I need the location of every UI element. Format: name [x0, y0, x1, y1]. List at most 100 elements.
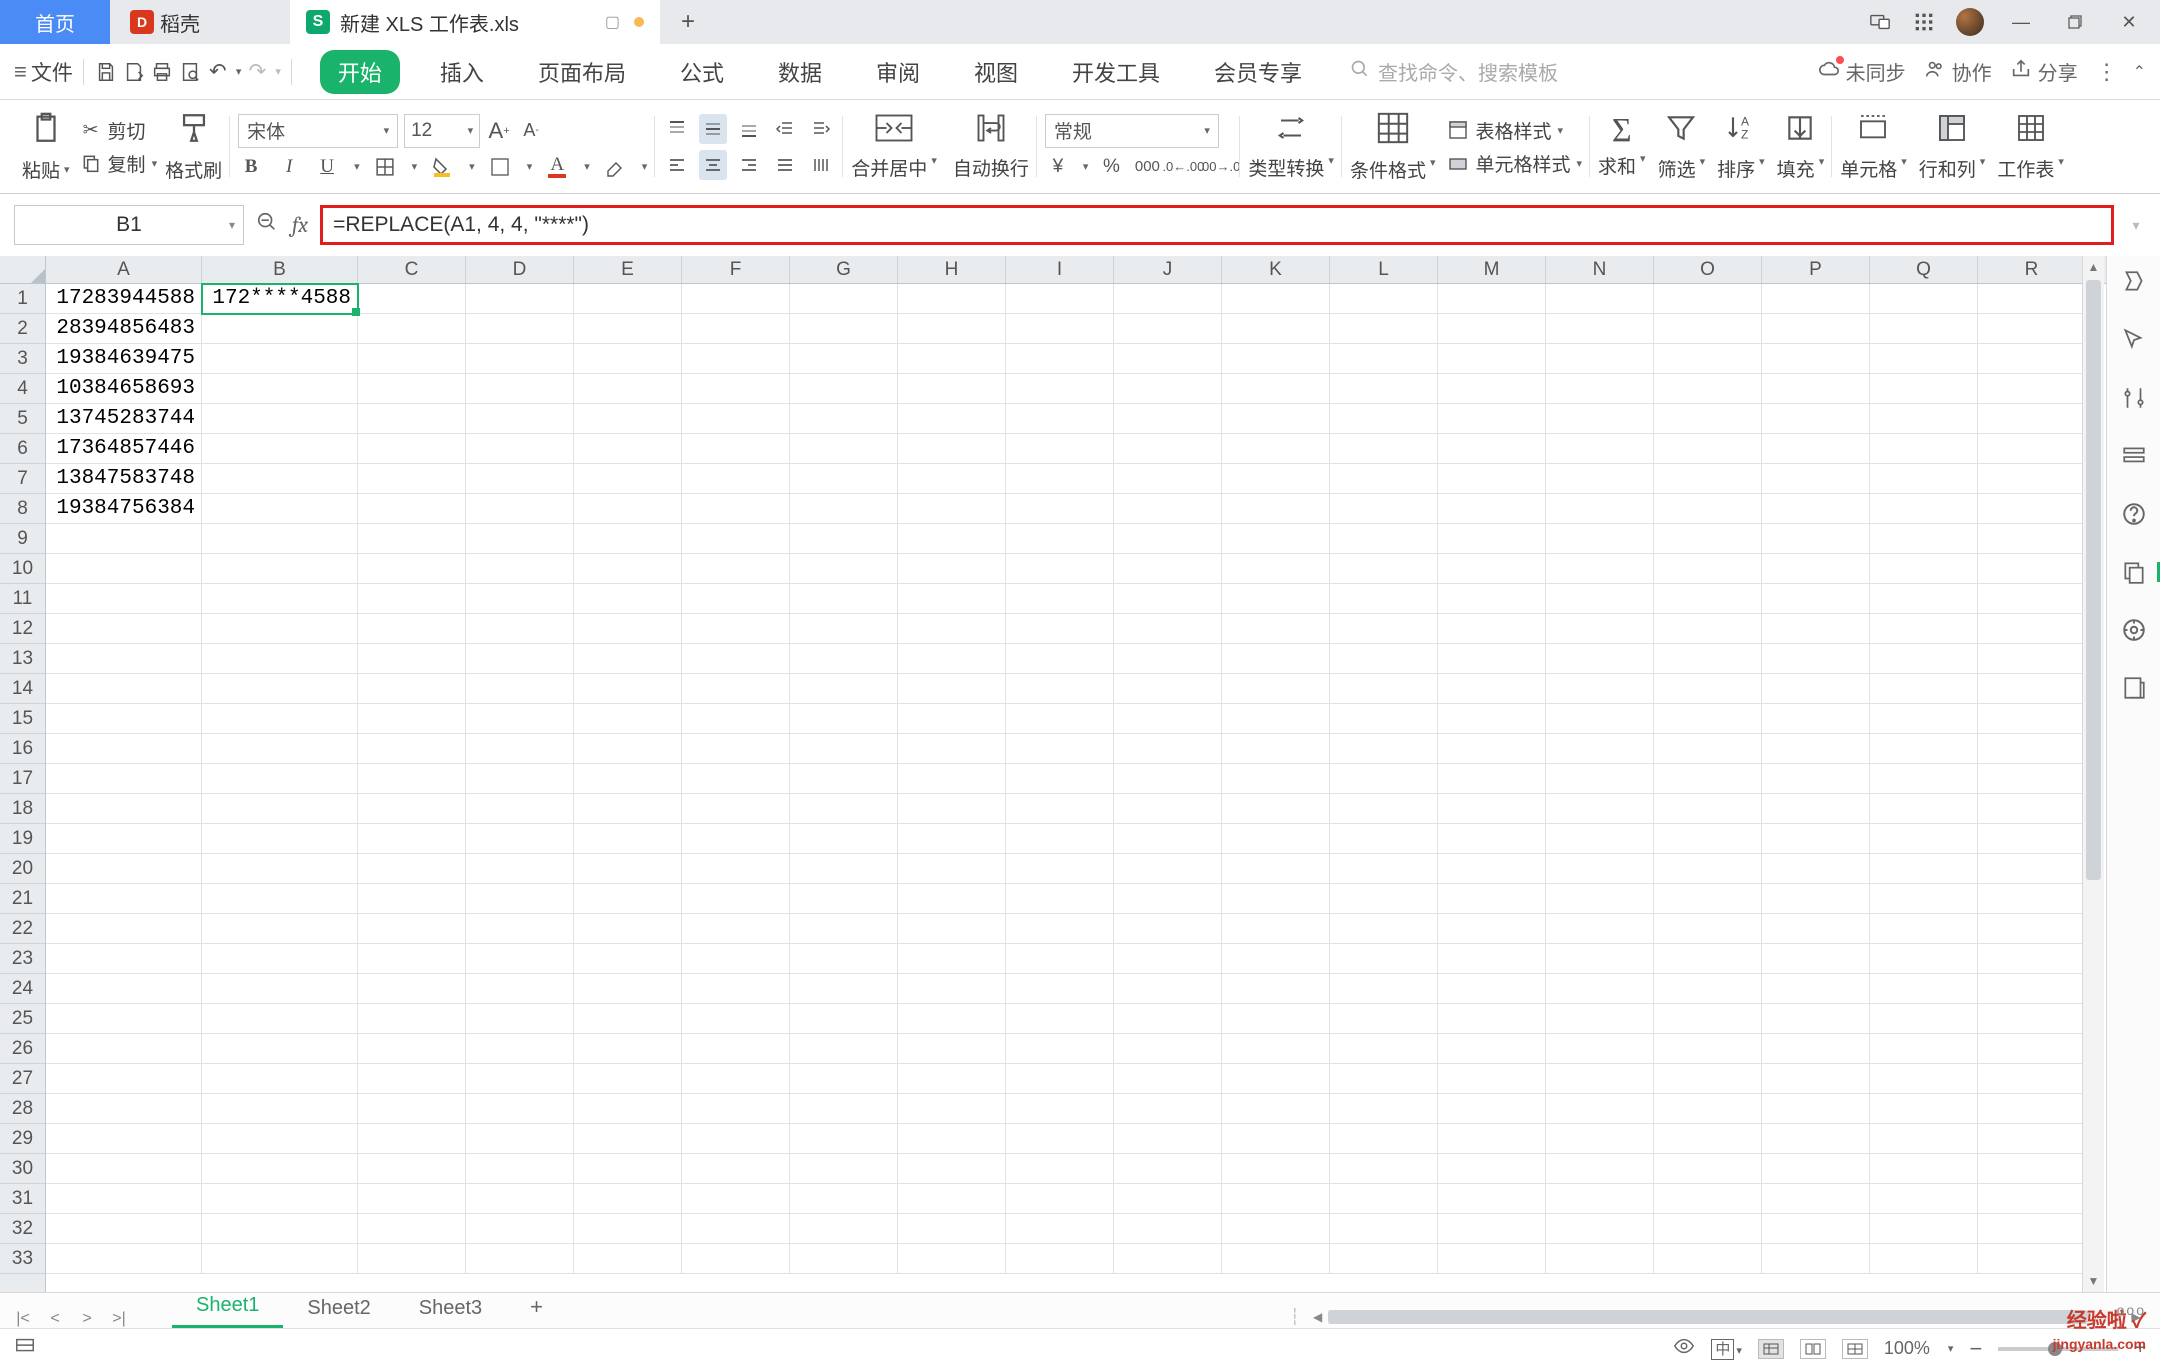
cell[interactable] — [790, 464, 898, 494]
cell[interactable] — [1978, 1094, 2086, 1124]
cell[interactable] — [1762, 974, 1870, 1004]
cell[interactable] — [1438, 1004, 1546, 1034]
cell[interactable] — [1654, 644, 1762, 674]
cell[interactable] — [466, 434, 574, 464]
cell[interactable] — [358, 1004, 466, 1034]
cell[interactable] — [790, 1034, 898, 1064]
cell[interactable] — [46, 554, 202, 584]
cell[interactable] — [790, 734, 898, 764]
rowcol-button[interactable]: 行和列▾ — [1919, 112, 1986, 182]
cell-button[interactable]: 单元格▾ — [1840, 112, 1907, 182]
cell[interactable] — [1006, 1154, 1114, 1184]
cell[interactable] — [1978, 1034, 2086, 1064]
cell[interactable] — [1654, 1124, 1762, 1154]
cell[interactable] — [1006, 794, 1114, 824]
column-header[interactable]: N — [1546, 256, 1654, 283]
cell[interactable] — [1762, 344, 1870, 374]
cell[interactable] — [1438, 1244, 1546, 1274]
cell[interactable] — [358, 524, 466, 554]
cell[interactable] — [898, 1094, 1006, 1124]
cell[interactable] — [1222, 344, 1330, 374]
merge-center-button[interactable]: 合并居中▾ — [851, 113, 937, 181]
cell[interactable] — [1114, 1064, 1222, 1094]
cell[interactable] — [898, 554, 1006, 584]
cell-style-mini-button[interactable] — [487, 154, 513, 180]
cell[interactable] — [1222, 374, 1330, 404]
cell[interactable] — [574, 464, 682, 494]
cell[interactable] — [1870, 1184, 1978, 1214]
cell[interactable] — [1006, 524, 1114, 554]
collab-button[interactable]: 协作 — [1924, 57, 1992, 86]
cell[interactable]: 13847583748 — [46, 464, 202, 494]
cell[interactable] — [574, 1244, 682, 1274]
cell[interactable] — [1438, 374, 1546, 404]
align-bottom-button[interactable] — [735, 114, 763, 144]
cell[interactable] — [1006, 464, 1114, 494]
cell[interactable] — [202, 644, 358, 674]
zoom-slider[interactable] — [1998, 1347, 2118, 1351]
cell[interactable] — [790, 404, 898, 434]
cell[interactable] — [1870, 554, 1978, 584]
cell[interactable] — [790, 314, 898, 344]
fill-button[interactable]: 填充▾ — [1777, 112, 1825, 182]
cell[interactable] — [466, 524, 574, 554]
cell[interactable] — [358, 314, 466, 344]
row-header[interactable]: 13 — [0, 644, 45, 674]
device-icon[interactable]: ▢ — [605, 12, 620, 32]
cell[interactable] — [1222, 1214, 1330, 1244]
indent-decrease-button[interactable] — [771, 114, 799, 144]
cell[interactable] — [1114, 314, 1222, 344]
cell[interactable] — [1330, 494, 1438, 524]
cell[interactable] — [682, 1154, 790, 1184]
row-headers[interactable]: 1234567891011121314151617181920212223242… — [0, 284, 46, 1292]
cell[interactable] — [46, 1244, 202, 1274]
cell[interactable] — [46, 824, 202, 854]
zoom-out-button[interactable]: − — [1969, 1336, 1982, 1362]
cell[interactable] — [202, 824, 358, 854]
cell[interactable] — [1546, 914, 1654, 944]
cell[interactable] — [574, 854, 682, 884]
cell[interactable] — [682, 614, 790, 644]
cell[interactable] — [898, 824, 1006, 854]
status-ready-icon[interactable] — [14, 1335, 36, 1362]
cell[interactable] — [1222, 644, 1330, 674]
fill-color-button[interactable] — [429, 154, 455, 180]
cell[interactable] — [1438, 704, 1546, 734]
cell[interactable] — [46, 884, 202, 914]
cell[interactable] — [1438, 944, 1546, 974]
side-settings-icon[interactable] — [2118, 382, 2150, 414]
cell[interactable] — [1330, 584, 1438, 614]
cell[interactable] — [898, 854, 1006, 884]
cell[interactable] — [1870, 1154, 1978, 1184]
view-page-break-button[interactable] — [1842, 1339, 1868, 1359]
cell[interactable]: 10384658693 — [46, 374, 202, 404]
side-backup-icon[interactable] — [2118, 556, 2150, 588]
row-header[interactable]: 23 — [0, 944, 45, 974]
cell[interactable] — [1330, 764, 1438, 794]
cell[interactable] — [1006, 824, 1114, 854]
cell[interactable] — [790, 1184, 898, 1214]
cell[interactable] — [1762, 524, 1870, 554]
cell[interactable] — [1546, 1214, 1654, 1244]
cell[interactable] — [1114, 614, 1222, 644]
cell[interactable] — [1006, 614, 1114, 644]
cell[interactable] — [574, 1034, 682, 1064]
cell[interactable] — [466, 764, 574, 794]
cell[interactable] — [1222, 1004, 1330, 1034]
cell[interactable] — [1546, 884, 1654, 914]
cell[interactable] — [1654, 674, 1762, 704]
font-size-select[interactable]: 12▾ — [404, 114, 480, 148]
cell[interactable] — [1114, 284, 1222, 314]
cell[interactable] — [466, 1034, 574, 1064]
cell[interactable] — [1546, 704, 1654, 734]
cell[interactable] — [1978, 704, 2086, 734]
cell[interactable] — [1114, 554, 1222, 584]
cell[interactable] — [1546, 1124, 1654, 1154]
cell[interactable] — [1114, 434, 1222, 464]
cell[interactable] — [1870, 824, 1978, 854]
cell[interactable] — [1438, 1214, 1546, 1244]
cell[interactable] — [202, 344, 358, 374]
cell[interactable] — [1762, 434, 1870, 464]
cell[interactable] — [1438, 734, 1546, 764]
cell[interactable] — [1222, 674, 1330, 704]
